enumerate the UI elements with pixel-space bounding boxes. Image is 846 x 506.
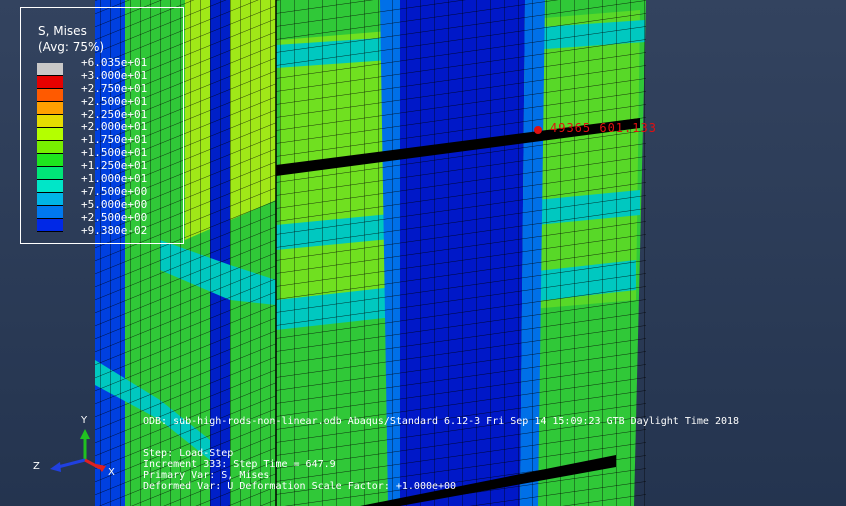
legend-value: +7.500e+00 bbox=[81, 184, 148, 198]
probe-label: 49365 601.133 bbox=[550, 121, 657, 135]
axis-triad: Y Z X bbox=[30, 415, 120, 485]
legend-value: +6.035e+01 bbox=[81, 56, 148, 69]
contour-legend: S, Mises (Avg: 75%) +6.035e+01 +3.000e+0… bbox=[20, 7, 184, 244]
legend-swatch bbox=[37, 167, 63, 180]
legend-value: +2.500e+00 bbox=[81, 210, 148, 224]
legend-swatch bbox=[37, 206, 63, 219]
legend-swatch bbox=[37, 63, 63, 76]
step-info: Step: Load-Step bbox=[143, 448, 234, 459]
legend-value: +3.000e+01 bbox=[81, 68, 148, 82]
legend-average: (Avg: 75%) bbox=[38, 40, 105, 54]
legend-value: +1.000e+01 bbox=[81, 172, 148, 186]
legend-value: +9.380e-02 bbox=[81, 223, 148, 237]
legend-value: +2.500e+01 bbox=[81, 94, 148, 108]
legend-swatch bbox=[37, 193, 63, 206]
legend-value: +5.000e+00 bbox=[81, 197, 148, 211]
legend-swatch bbox=[37, 89, 63, 102]
legend-swatch bbox=[37, 128, 63, 141]
x-axis-label: X bbox=[108, 467, 115, 478]
odb-info: ODB: sub-high-rods-non-linear.odb Abaqus… bbox=[143, 416, 740, 427]
right-face-mesh bbox=[276, 0, 646, 506]
legend-swatch bbox=[37, 219, 63, 232]
legend-swatch bbox=[37, 180, 63, 193]
legend-swatch bbox=[37, 76, 63, 89]
legend-title: S, Mises bbox=[38, 24, 87, 38]
legend-labels: +6.035e+01 +3.000e+01 +2.750e+01 +2.500e… bbox=[81, 56, 148, 237]
primary-var-info: Primary Var: S, Mises bbox=[143, 470, 270, 481]
legend-swatch bbox=[37, 154, 63, 167]
legend-swatch bbox=[37, 115, 63, 128]
y-axis-label: Y bbox=[81, 415, 88, 426]
z-axis-label: Z bbox=[33, 461, 40, 472]
triad-arrows bbox=[50, 429, 106, 472]
probe-marker[interactable] bbox=[534, 126, 542, 134]
deformed-var-info: Deformed Var: U Deformation Scale Factor… bbox=[143, 481, 457, 492]
legend-value: +2.750e+01 bbox=[81, 81, 148, 95]
increment-info: Increment 333: Step Time = 647.9 bbox=[143, 459, 336, 470]
legend-swatches bbox=[37, 63, 63, 232]
legend-swatch bbox=[37, 102, 63, 115]
legend-swatch bbox=[37, 141, 63, 154]
